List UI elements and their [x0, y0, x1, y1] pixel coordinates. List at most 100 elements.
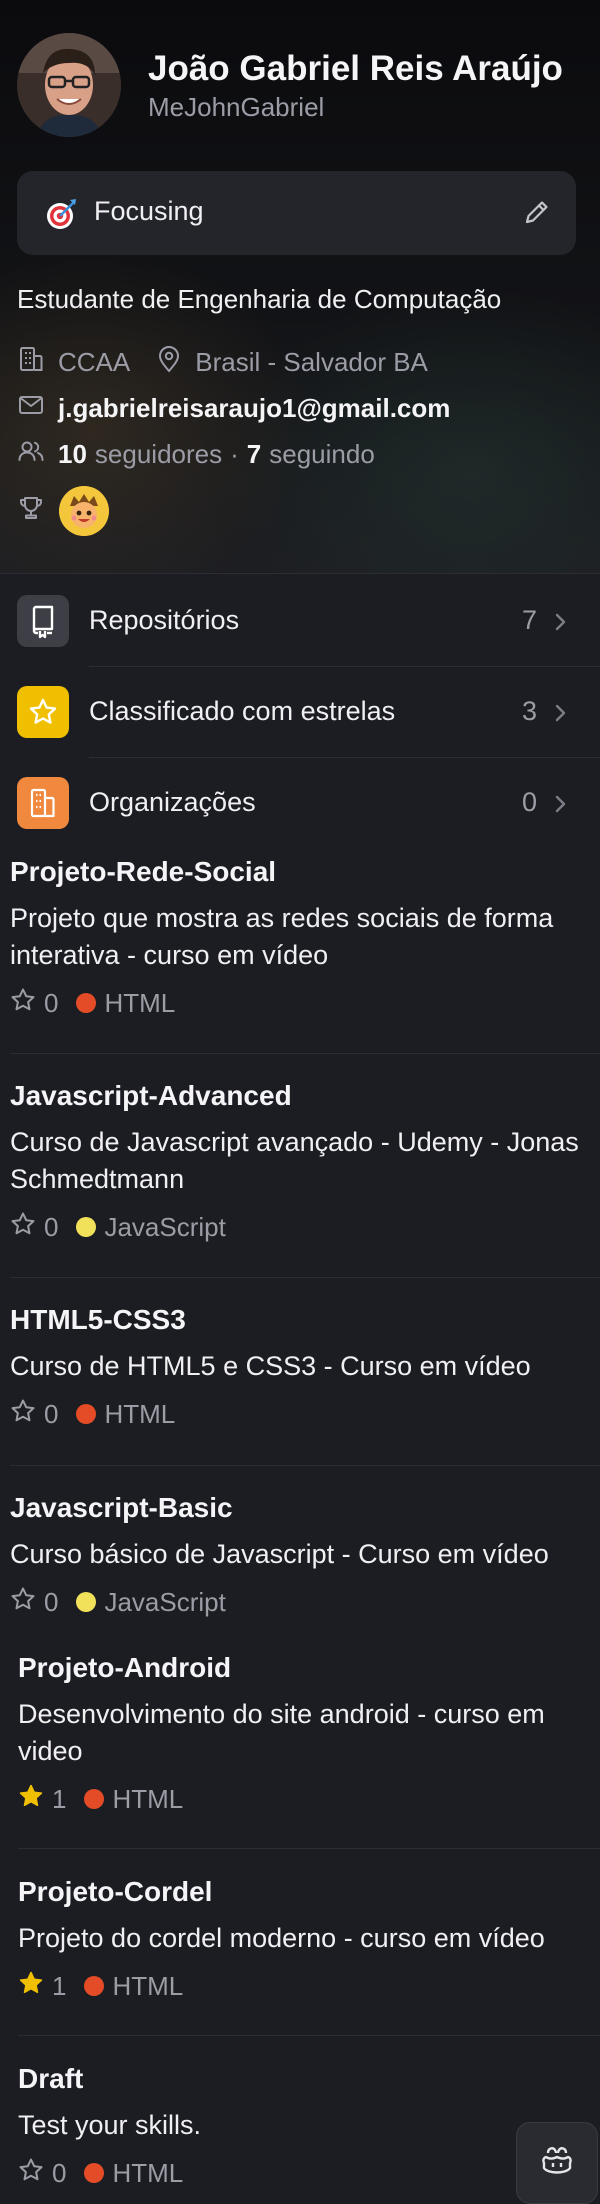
menu-item-label: Repositórios: [89, 605, 240, 635]
language-color-dot: [84, 1976, 105, 1996]
star-filled-icon: [18, 1970, 44, 2003]
repo-language: JavaScript: [104, 1211, 226, 1242]
repo-card[interactable]: Projeto-Cordel Projeto do cordel moderno…: [18, 1876, 590, 2003]
profile-username: MeJohnGabriel: [148, 92, 325, 122]
repo-divider: [10, 1465, 600, 1466]
followers-row[interactable]: 10 seguidores · 7 seguindo: [17, 437, 375, 472]
repo-name[interactable]: Javascript-Basic: [10, 1492, 590, 1524]
organization-icon: [17, 777, 69, 829]
repo-meta: 0 HTML: [10, 1397, 590, 1431]
repo-description: Desenvolvimento do site android - curso …: [18, 1699, 545, 1766]
profile-name: João Gabriel Reis Araújo: [148, 49, 563, 88]
repo-language: HTML: [104, 1398, 176, 1429]
repo-name[interactable]: HTML5-CSS3: [10, 1304, 590, 1336]
trophy-icon: [17, 494, 45, 529]
repo-card[interactable]: Javascript-Basic Curso básico de Javascr…: [10, 1492, 590, 1619]
following-label[interactable]: seguindo: [269, 439, 375, 470]
repo-language: HTML: [112, 1970, 184, 2001]
repo-star-count: 0: [44, 1211, 59, 1242]
repo-description: Curso de HTML5 e CSS3 - Curso em vídeo: [10, 1351, 531, 1381]
followers-label[interactable]: seguidores: [95, 439, 222, 470]
repo-name[interactable]: Draft: [18, 2063, 498, 2095]
repo-meta: 0 HTML: [18, 2156, 498, 2190]
edit-pencil-icon[interactable]: [522, 197, 552, 227]
repo-description: Curso básico de Javascript - Curso em ví…: [10, 1539, 549, 1569]
repo-divider: [10, 1277, 600, 1278]
star-outline-icon: [10, 1398, 36, 1431]
star-outline-icon: [18, 2157, 44, 2190]
repo-card[interactable]: Projeto-Android Desenvolvimento do site …: [18, 1652, 590, 1816]
menu-item-label: Classificado com estrelas: [89, 696, 396, 726]
repo-meta: 0 JavaScript: [10, 1585, 590, 1619]
language-color-dot: [84, 1789, 105, 1809]
language-color-dot: [76, 1404, 97, 1424]
organization-icon: [17, 345, 45, 380]
menu-item-organizations[interactable]: Organizações 0: [0, 757, 600, 848]
repo-star-count: 1: [52, 1783, 67, 1814]
repo-card[interactable]: Draft Test your skills. 0 HTML: [18, 2063, 498, 2190]
repo-name[interactable]: Javascript-Advanced: [10, 1080, 590, 1112]
email-row[interactable]: j.gabrielreisaraujo1@gmail.com: [17, 391, 450, 426]
repo-meta: 0 JavaScript: [10, 1210, 590, 1244]
company-location-row: CCAA Brasil - Salvador BA: [17, 345, 428, 380]
mail-icon: [17, 391, 45, 426]
language-color-dot: [76, 1217, 97, 1237]
company-name: CCAA: [58, 347, 131, 377]
repo-meta: 0 HTML: [10, 986, 590, 1020]
email-link[interactable]: j.gabrielreisaraujo1@gmail.com: [58, 393, 450, 424]
avatar[interactable]: [17, 33, 121, 137]
repo-divider: [10, 1053, 600, 1054]
repo-star-count: 0: [44, 1586, 59, 1617]
repo-description: Test your skills.: [18, 2110, 202, 2140]
menu-item-starred[interactable]: Classificado com estrelas 3: [0, 666, 600, 757]
status-text: Focusing: [94, 196, 204, 226]
repo-meta: 1 HTML: [18, 1969, 590, 2003]
chevron-right-icon: [550, 610, 570, 634]
profile-bio: Estudante de Engenharia de Computação: [17, 284, 502, 314]
achievements-row: [17, 486, 109, 536]
language-color-dot: [76, 993, 97, 1013]
repo-language: HTML: [104, 987, 176, 1018]
chevron-right-icon: [550, 792, 570, 816]
language-color-dot: [84, 2163, 105, 2183]
repo-language: HTML: [112, 1783, 184, 1814]
language-color-dot: [76, 1592, 97, 1612]
chevron-right-icon: [550, 701, 570, 725]
copilot-icon: [542, 2147, 572, 2174]
repo-language: HTML: [112, 2157, 184, 2188]
repo-divider: [18, 1848, 600, 1849]
repo-description: Projeto que mostra as redes sociais de f…: [10, 903, 554, 970]
following-count[interactable]: 7: [247, 439, 261, 470]
star-outline-icon: [10, 1586, 36, 1619]
repo-name[interactable]: Projeto-Rede-Social: [10, 856, 590, 888]
repo-star-count: 1: [52, 1970, 67, 2001]
people-icon: [17, 437, 45, 472]
profile-header: João Gabriel Reis Araújo MeJohnGabriel F…: [0, 0, 600, 574]
repo-meta: 1 HTML: [18, 1782, 590, 1816]
star-outline-icon: [10, 1211, 36, 1244]
status-card[interactable]: Focusing: [17, 171, 576, 255]
star-filled-icon: [18, 1783, 44, 1816]
star-outline-icon: [10, 987, 36, 1020]
repo-divider: [18, 2035, 600, 2036]
repo-name[interactable]: Projeto-Android: [18, 1652, 590, 1684]
repo-description: Projeto do cordel moderno - curso em víd…: [18, 1923, 545, 1953]
dot-separator: ·: [230, 439, 239, 469]
repo-description: Curso de Javascript avançado - Udemy - J…: [10, 1127, 579, 1194]
copilot-button[interactable]: [516, 2122, 598, 2204]
repo-name[interactable]: Projeto-Cordel: [18, 1876, 590, 1908]
location-pin-icon: [156, 345, 182, 380]
location-text: Brasil - Salvador BA: [195, 347, 428, 377]
repo-star-count: 0: [44, 1398, 59, 1429]
menu-item-count: 7: [521, 605, 537, 635]
repo-star-count: 0: [44, 987, 59, 1018]
repo-card[interactable]: Projeto-Rede-Social Projeto que mostra a…: [10, 856, 590, 1020]
repo-card[interactable]: Javascript-Advanced Curso de Javascript …: [10, 1080, 590, 1244]
dart-emoji-icon: [44, 197, 78, 231]
followers-count[interactable]: 10: [58, 439, 87, 470]
star-icon: [17, 686, 69, 738]
repo-card[interactable]: HTML5-CSS3 Curso de HTML5 e CSS3 - Curso…: [10, 1304, 590, 1431]
menu-item-repositories[interactable]: Repositórios 7: [0, 575, 600, 666]
repo-star-count: 0: [52, 2157, 67, 2188]
achievement-badge-icon[interactable]: [59, 486, 109, 536]
